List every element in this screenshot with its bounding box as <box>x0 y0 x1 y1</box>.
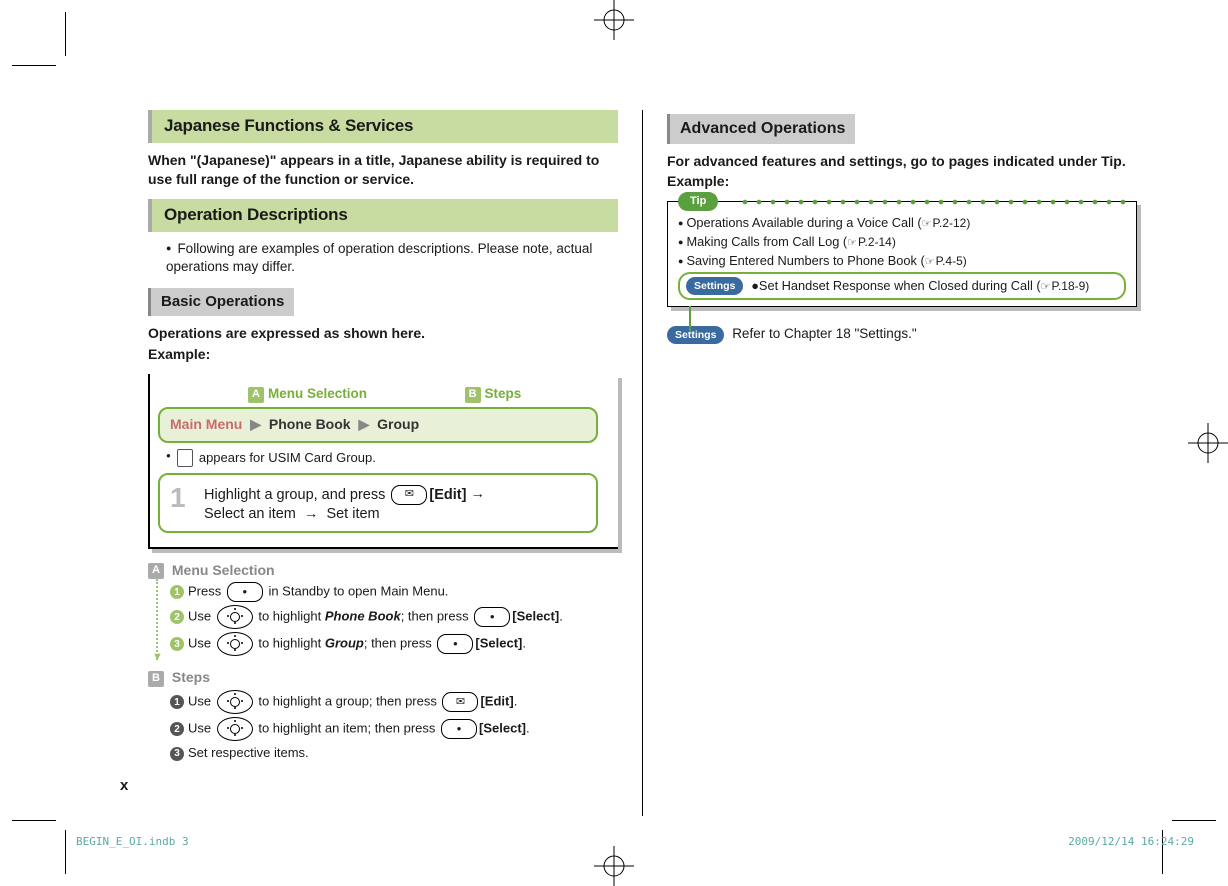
crop-mark <box>1172 820 1216 821</box>
dotted-connector <box>156 579 158 661</box>
heading-basic-operations: Basic Operations <box>148 288 294 316</box>
step-box: 1 Highlight a group, and press [Edit]→ S… <box>158 473 598 533</box>
heading-japanese-functions: Japanese Functions & Services <box>148 110 618 143</box>
crop-mark <box>65 12 66 56</box>
nav-key-icon <box>217 717 253 741</box>
settings-badge: Settings <box>686 277 743 295</box>
content-area: Japanese Functions & Services When "(Jap… <box>148 110 1168 816</box>
settings-badge-2: Settings <box>667 326 724 344</box>
example-label: Example: <box>148 345 618 364</box>
tip-item: Operations Available during a Voice Call… <box>678 214 1126 232</box>
tip-item: Saving Entered Numbers to Phone Book (P.… <box>678 252 1126 270</box>
steps-explain: B Steps 1Use to highlight a group; then … <box>148 668 618 761</box>
num-3: 3 <box>170 747 184 761</box>
advanced-desc: For advanced features and settings, go t… <box>667 152 1137 171</box>
num-1: 1 <box>170 695 184 709</box>
label-a-badge: A <box>248 387 264 403</box>
menu-path: Main Menu ▶ Phone Book ▶ Group <box>170 416 419 432</box>
center-key-icon <box>441 719 477 739</box>
heading-operation-descriptions: Operation Descriptions <box>148 199 618 232</box>
center-key-icon <box>474 607 510 627</box>
label-a-badge-2: A <box>148 563 164 579</box>
center-key-icon <box>437 634 473 654</box>
reg-mark-right <box>1188 423 1228 463</box>
tip-dots-icon <box>738 199 1130 205</box>
print-footer: BEGIN_E_OI.indb 3 2009/12/14 16:24:29 <box>76 835 1194 850</box>
footer-filename: BEGIN_E_OI.indb 3 <box>76 835 189 850</box>
usim-note: appears for USIM Card Group. <box>166 449 598 467</box>
basic-ops-desc: Operations are expressed as shown here. <box>148 324 618 343</box>
mail-key-icon <box>442 692 478 712</box>
num-2: 2 <box>170 722 184 736</box>
num-3: 3 <box>170 637 184 651</box>
tip-box: Tip Operations Available during a Voice … <box>667 201 1137 307</box>
num-1: 1 <box>170 585 184 599</box>
tip-item: Making Calls from Call Log (P.2-14) <box>678 233 1126 251</box>
nav-key-icon <box>217 632 253 656</box>
step-number-1: 1 <box>170 485 196 510</box>
example-box: AMenu Selection BSteps Main Menu ▶ Phone… <box>148 374 618 548</box>
label-b-badge: B <box>465 387 481 403</box>
footer-timestamp: 2009/12/14 16:24:29 <box>1068 835 1194 850</box>
menu-selection-explain: A Menu Selection 1Press in Standby to op… <box>148 561 618 657</box>
settings-tip-row: Settings ●Set Handset Response when Clos… <box>678 272 1126 301</box>
step-1-text: Highlight a group, and press [Edit]→ Sel… <box>204 485 489 525</box>
example-labels: AMenu Selection BSteps <box>158 385 598 403</box>
nav-key-icon <box>217 605 253 629</box>
label-b-badge-2: B <box>148 671 164 687</box>
menu-path-box: Main Menu ▶ Phone Book ▶ Group <box>158 407 598 442</box>
crop-mark <box>12 65 56 66</box>
tip-badge: Tip <box>678 192 718 211</box>
center-key-icon <box>227 582 263 602</box>
connector-line <box>689 306 691 332</box>
mail-key-icon <box>391 485 427 505</box>
right-column: Advanced Operations For advanced feature… <box>667 110 1137 816</box>
settings-chapter-note: Settings Refer to Chapter 18 "Settings." <box>667 325 1137 344</box>
manual-page: Japanese Functions & Services When "(Jap… <box>0 0 1228 886</box>
column-divider <box>642 110 643 816</box>
num-2: 2 <box>170 610 184 624</box>
reg-mark-bottom <box>594 846 634 886</box>
operation-desc-note: Following are examples of operation desc… <box>148 240 618 276</box>
reg-mark-top <box>594 0 634 40</box>
example-label-2: Example: <box>667 172 1137 191</box>
nav-key-icon <box>217 690 253 714</box>
crop-mark <box>12 820 56 821</box>
page-number: x <box>120 776 128 796</box>
usim-card-icon <box>177 449 193 467</box>
japanese-functions-desc: When "(Japanese)" appears in a title, Ja… <box>148 151 618 189</box>
crop-mark <box>65 830 66 874</box>
left-column: Japanese Functions & Services When "(Jap… <box>148 110 618 816</box>
heading-advanced-operations: Advanced Operations <box>667 114 855 144</box>
